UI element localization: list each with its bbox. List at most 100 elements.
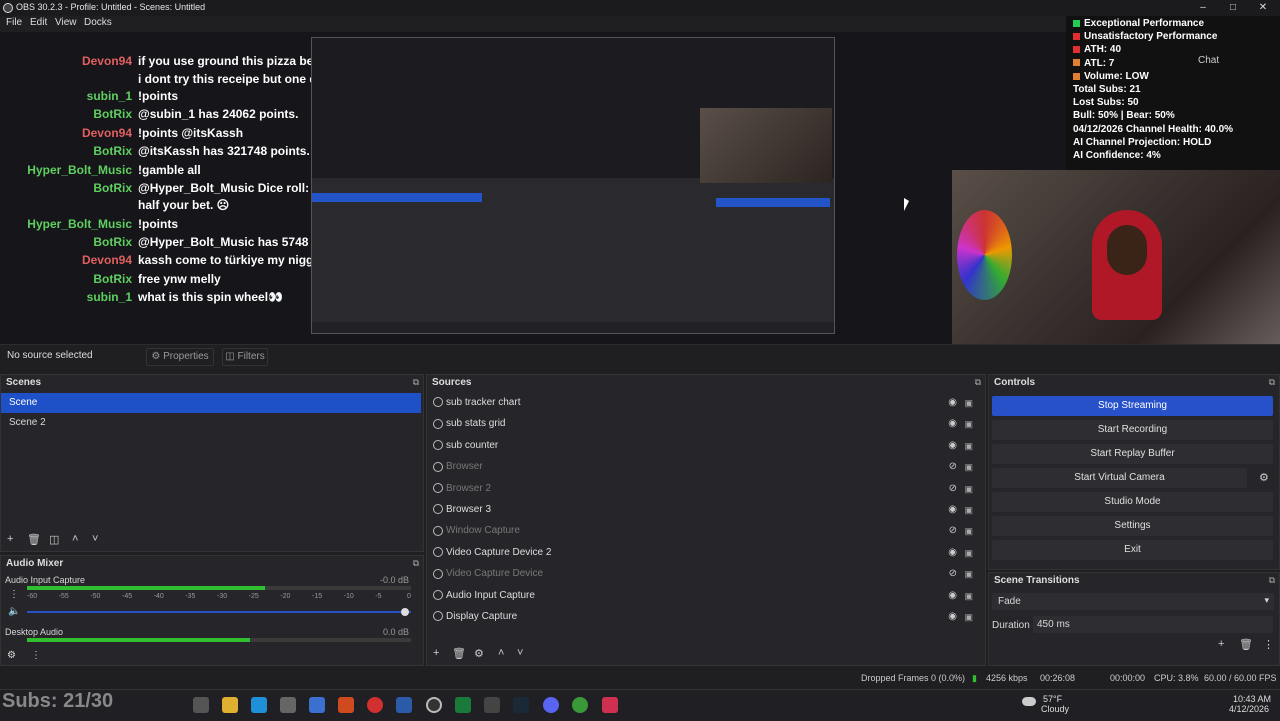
eye-hidden-icon[interactable]: ⊘	[949, 521, 957, 541]
duration-spinbox[interactable]: 450 ms	[1033, 616, 1273, 633]
remove-scene-icon[interactable]: 🗑	[27, 533, 41, 546]
move-down-icon[interactable]: ˅	[517, 647, 523, 659]
mixer-menu-icon[interactable]: ⋮	[9, 589, 19, 600]
scene-item[interactable]: Scene	[1, 393, 421, 413]
app-icon[interactable]	[309, 697, 325, 713]
source-item[interactable]: Browser 2 ⊘ ▣	[429, 479, 979, 499]
powerpoint-icon[interactable]	[338, 697, 354, 713]
eye-icon[interactable]: ◉	[948, 607, 957, 627]
transition-menu-icon[interactable]: ⋮	[1263, 638, 1274, 651]
minimize-icon[interactable]: –	[1188, 0, 1218, 16]
source-item[interactable]: Browser ⊘ ▣	[429, 457, 979, 477]
chrome-icon[interactable]	[572, 697, 588, 713]
start-recording-button[interactable]: Start Recording	[992, 420, 1273, 440]
eye-hidden-icon[interactable]: ⊘	[949, 457, 957, 477]
settings-button[interactable]: Settings	[992, 516, 1273, 536]
remove-source-icon[interactable]: 🗑	[452, 647, 466, 660]
move-up-icon[interactable]: ˄	[72, 533, 78, 545]
close-icon[interactable]: ✕	[1248, 0, 1278, 16]
discord-icon[interactable]	[543, 697, 559, 713]
eye-icon[interactable]: ◉	[948, 543, 957, 563]
maps-icon[interactable]	[602, 697, 618, 713]
lock-icon[interactable]: ▣	[964, 457, 973, 477]
menu-edit[interactable]: Edit	[30, 17, 47, 28]
lock-icon[interactable]: ▣	[964, 607, 973, 627]
app-icon[interactable]	[484, 697, 500, 713]
chrome-icon[interactable]	[367, 697, 383, 713]
maximize-icon[interactable]: □	[1218, 0, 1248, 16]
move-down-icon[interactable]: ˅	[92, 533, 98, 545]
obs-taskbar-icon[interactable]	[426, 697, 442, 713]
add-source-icon[interactable]: +	[433, 647, 439, 659]
source-item[interactable]: sub stats grid ◉ ▣	[429, 414, 979, 434]
start-virtual-camera-button[interactable]: Start Virtual Camera	[992, 468, 1247, 488]
exit-button[interactable]: Exit	[992, 540, 1273, 560]
source-label: Audio Input Capture	[446, 589, 535, 601]
source-item[interactable]: sub counter ◉ ▣	[429, 436, 979, 456]
eye-icon[interactable]: ◉	[948, 393, 957, 413]
eye-hidden-icon[interactable]: ⊘	[949, 479, 957, 499]
dock-float-icon[interactable]: ⧉	[975, 377, 981, 388]
volume-slider-handle[interactable]	[401, 608, 409, 616]
add-scene-icon[interactable]: +	[7, 533, 13, 545]
menu-docks[interactable]: Docks	[84, 17, 112, 28]
edge-icon[interactable]	[251, 697, 267, 713]
filters-button[interactable]: ◫ Filters	[222, 348, 268, 366]
scene-item[interactable]: Scene 2	[1, 413, 421, 433]
lock-icon[interactable]: ▣	[964, 586, 973, 606]
lock-icon[interactable]: ▣	[964, 436, 973, 456]
source-item[interactable]: Video Capture Device ⊘ ▣	[429, 564, 979, 584]
eye-icon[interactable]: ◉	[948, 436, 957, 456]
source-item[interactable]: Browser 3 ◉ ▣	[429, 500, 979, 520]
eye-icon[interactable]: ◉	[948, 414, 957, 434]
volume-slider[interactable]	[27, 611, 411, 613]
lock-icon[interactable]: ▣	[964, 393, 973, 413]
store-icon[interactable]	[280, 697, 296, 713]
lock-icon[interactable]: ▣	[964, 543, 973, 563]
task-view-icon[interactable]	[193, 697, 209, 713]
advanced-audio-icon[interactable]: ⚙	[7, 650, 16, 661]
source-item[interactable]: Video Capture Device 2 ◉ ▣	[429, 543, 979, 563]
source-item[interactable]: Window Capture ⊘ ▣	[429, 521, 979, 541]
transition-select[interactable]: Fade ▾	[992, 593, 1274, 610]
mixer-menu-icon[interactable]: ⋮	[31, 650, 41, 661]
lock-icon[interactable]: ▣	[964, 521, 973, 541]
dock-float-icon[interactable]: ⧉	[1269, 377, 1275, 388]
xbox-icon[interactable]	[455, 697, 471, 713]
clock-time[interactable]: 10:43 AM	[1233, 694, 1271, 704]
scene-filters-icon[interactable]: ◫	[49, 533, 59, 546]
source-item[interactable]: Audio Input Capture ◉ ▣	[429, 586, 979, 606]
eye-icon[interactable]: ◉	[948, 586, 957, 606]
clock-date[interactable]: 4/12/2026	[1229, 704, 1269, 714]
speaker-icon[interactable]: 🔈	[8, 606, 20, 617]
file-explorer-icon[interactable]	[222, 697, 238, 713]
dock-float-icon[interactable]: ⧉	[1269, 575, 1275, 586]
remove-transition-icon[interactable]: 🗑	[1239, 638, 1253, 651]
lock-icon[interactable]: ▣	[964, 500, 973, 520]
menu-file[interactable]: File	[6, 17, 22, 28]
start-replay-buffer-button[interactable]: Start Replay Buffer	[992, 444, 1273, 464]
stop-streaming-button[interactable]: Stop Streaming	[992, 396, 1273, 416]
meter-tick-label: -50	[90, 593, 101, 600]
source-item[interactable]: Display Capture ◉ ▣	[429, 607, 979, 627]
virtual-camera-settings-icon[interactable]: ⚙	[1259, 471, 1269, 484]
cpu-usage: CPU: 3.8%	[1154, 673, 1199, 683]
eye-icon[interactable]: ◉	[948, 500, 957, 520]
source-item[interactable]: sub tracker chart ◉ ▣	[429, 393, 979, 413]
menu-view[interactable]: View	[55, 17, 77, 28]
lock-icon[interactable]: ▣	[964, 414, 973, 434]
add-transition-icon[interactable]: +	[1218, 638, 1224, 650]
steam-icon[interactable]	[513, 697, 529, 713]
stat-text: Unsatisfactory Performance	[1084, 31, 1218, 43]
lock-icon[interactable]: ▣	[964, 564, 973, 584]
word-icon[interactable]	[396, 697, 412, 713]
properties-button[interactable]: ⚙ Properties	[146, 348, 214, 366]
source-type-icon	[433, 525, 443, 536]
dock-float-icon[interactable]: ⧉	[413, 377, 419, 388]
move-up-icon[interactable]: ˄	[498, 647, 504, 659]
studio-mode-button[interactable]: Studio Mode	[992, 492, 1273, 512]
source-properties-icon[interactable]: ⚙	[474, 647, 484, 660]
lock-icon[interactable]: ▣	[964, 479, 973, 499]
eye-hidden-icon[interactable]: ⊘	[949, 564, 957, 584]
dock-float-icon[interactable]: ⧉	[413, 558, 419, 569]
